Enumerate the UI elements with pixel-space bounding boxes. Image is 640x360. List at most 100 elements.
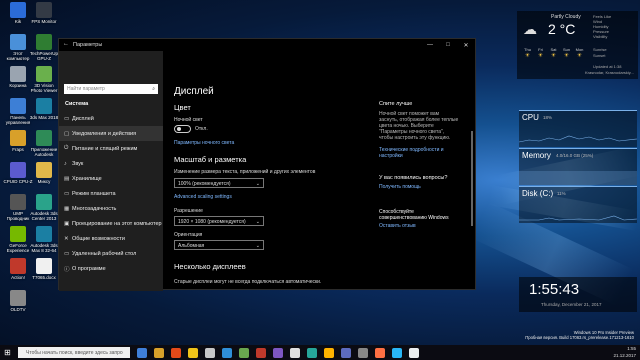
scale-dropdown[interactable]: 100% (рекомендуется) ⌄ <box>174 178 264 188</box>
sunrise-label: Sunrise <box>593 47 607 52</box>
taskbar-app-icon[interactable] <box>222 347 232 358</box>
night-light-state: Откл. <box>195 126 208 132</box>
app-icon <box>36 162 52 178</box>
help-link[interactable]: Получить помощь <box>379 184 421 190</box>
search-placeholder: Найти параметр <box>67 86 105 92</box>
desktop-icon[interactable]: 3D Vision Photo Viewer <box>29 66 59 93</box>
taskbar-app-icon[interactable] <box>324 347 334 358</box>
minimize-button[interactable]: — <box>421 39 439 51</box>
app-icon <box>36 226 52 242</box>
desktop-icon-label: OLDTV <box>10 307 26 312</box>
back-arrow-icon[interactable]: ← <box>63 41 69 47</box>
improve-title: Способствуйте совершенствованию Windows <box>379 209 449 221</box>
sidebar-item-projecting[interactable]: ▣ Проецирование на этот компьютер <box>59 216 163 231</box>
sidebar-item-about[interactable]: ⓘ О программе <box>59 261 163 276</box>
forecast-day: Mon ☀ <box>573 47 586 59</box>
sidebar-item-notifications[interactable]: ▢ Уведомления и действия <box>59 126 163 141</box>
desktop-icon[interactable]: OLDTV <box>3 290 33 312</box>
chevron-down-icon: ⌄ <box>255 181 260 187</box>
title-bar: ← Параметры — □ ✕ <box>59 39 475 51</box>
forecast-weather-icon: ☀ <box>563 53 570 59</box>
search-input[interactable]: Найти параметр ⌕ <box>64 84 158 94</box>
sidebar-item-power[interactable]: ⏻ Питание и спящий режим <box>59 141 163 156</box>
desktop-icon-label: Autodesk 3ds Center 2013 <box>30 211 58 221</box>
cpu-label: CPU <box>522 113 539 122</box>
taskbar-app-icon[interactable] <box>375 347 385 358</box>
color-heading: Цвет <box>174 103 191 112</box>
sidebar-item-tablet[interactable]: ▭ Режим планшета <box>59 186 163 201</box>
close-button[interactable]: ✕ <box>457 39 475 51</box>
sleep-link[interactable]: Технические подробности и настройки <box>379 147 459 159</box>
app-icon <box>36 98 52 114</box>
night-light-toggle[interactable] <box>174 125 191 133</box>
desktop-icon[interactable]: FPS Monitor <box>29 2 59 24</box>
app-icon <box>10 66 26 82</box>
desktop-icon-label: 3D Vision Photo Viewer <box>30 83 58 93</box>
resolution-dropdown[interactable]: 1920 × 1080 (рекомендуется) ⌄ <box>174 216 264 226</box>
desktop-icon[interactable]: T7065.docx <box>29 258 59 280</box>
sidebar-item-remote[interactable]: ▭ Удаленный рабочий стол <box>59 246 163 261</box>
forecast-day: Fri ☀ <box>534 47 547 59</box>
app-icon <box>10 130 26 146</box>
advanced-scaling-link[interactable]: Advanced scaling settings <box>174 194 232 200</box>
orientation-dropdown[interactable]: Альбомная ⌄ <box>174 240 264 250</box>
taskbar-app-icon[interactable] <box>154 347 164 358</box>
maximize-button[interactable]: □ <box>439 39 457 51</box>
taskbar-app-icon[interactable] <box>188 347 198 358</box>
start-button[interactable]: ⊞ <box>4 348 11 357</box>
taskbar-app-icon[interactable] <box>256 347 266 358</box>
taskbar-app-icon[interactable] <box>341 347 351 358</box>
sidebar-item-label: Дисплей <box>72 115 94 122</box>
storage-icon: ▤ <box>64 175 70 182</box>
resolution-value: 1920 × 1080 (рекомендуется) <box>178 219 246 225</box>
scale-value: 100% (рекомендуется) <box>178 181 231 187</box>
taskbar-search-input[interactable]: Чтобы начать поиск, введите здесь запро <box>18 347 130 358</box>
cloud-icon: ☁ <box>523 21 537 37</box>
weather-location: Krasnodar, Krasnodarskiy... <box>585 70 634 75</box>
taskbar-app-icon[interactable] <box>239 347 249 358</box>
sidebar-section-title: Система <box>65 101 89 107</box>
desktop-icon[interactable]: 3ds Max 2018 <box>29 98 59 120</box>
feedback-link[interactable]: Оставить отзыв <box>379 223 416 229</box>
night-light-settings-link[interactable]: Параметры ночного света <box>174 140 234 146</box>
info-icon: ⓘ <box>64 266 70 273</box>
tray-time: 1:55 <box>627 346 636 351</box>
cpu-value: 18% <box>543 115 553 120</box>
desktop-icon-label: Приложение Autodesk <box>30 147 58 157</box>
orientation-label: Ориентация <box>174 232 203 238</box>
desktop-icon[interactable]: Autodesk 3ds Max 8 32-64 <box>29 226 59 253</box>
sidebar-item-multitasking[interactable]: ▦ Многозадачность <box>59 201 163 216</box>
taskbar-app-icon[interactable] <box>358 347 368 358</box>
taskbar-app-icon[interactable] <box>290 347 300 358</box>
taskbar-app-icon[interactable] <box>307 347 317 358</box>
sidebar-item-sound[interactable]: ♪ Звук <box>59 156 163 171</box>
question-title: У вас появились вопросы? <box>379 175 448 181</box>
app-icon <box>36 130 52 146</box>
taskbar-app-icon[interactable] <box>273 347 283 358</box>
desktop-icon[interactable]: TechPowerUp GPU-Z <box>29 34 59 61</box>
weather-detail: Visibility <box>593 34 608 39</box>
desktop-icon[interactable]: Приложение Autodesk <box>29 130 59 157</box>
sidebar-item-label: Общие возможности <box>72 235 125 242</box>
weather-forecast: Thu ☀ Fri ☀ Sat ☀ Sun ☀ Mon ☀ <box>521 47 586 59</box>
sidebar-item-shared[interactable]: ✕ Общие возможности <box>59 231 163 246</box>
clock-time: 1:55:43 <box>529 281 580 298</box>
desktop-icon[interactable]: Миксу <box>29 162 59 184</box>
scrollbar[interactable] <box>471 131 473 226</box>
taskbar-app-icon[interactable] <box>392 347 402 358</box>
taskbar: ⊞ Чтобы начать поиск, введите здесь запр… <box>0 345 640 360</box>
taskbar-app-icon[interactable] <box>205 347 215 358</box>
taskbar-app-icon[interactable] <box>409 347 419 358</box>
sound-icon: ♪ <box>64 160 67 167</box>
taskbar-app-icon[interactable] <box>171 347 181 358</box>
system-tray[interactable]: 1:55 21.12.2017 <box>613 345 636 359</box>
sidebar-item-storage[interactable]: ▤ Хранилище <box>59 171 163 186</box>
taskbar-app-icon[interactable] <box>137 347 147 358</box>
disk-monitor: Disk (C:) 11% <box>519 186 637 223</box>
desktop-icon-label: Миксу <box>37 179 51 184</box>
desktop-icon[interactable]: Autodesk 3ds Center 2013 <box>29 194 59 221</box>
app-icon <box>10 194 26 210</box>
tablet-icon: ▭ <box>64 190 70 197</box>
sidebar-item-display[interactable]: ▭ Дисплей <box>59 111 163 126</box>
night-light-label: Ночной свет <box>174 117 203 123</box>
